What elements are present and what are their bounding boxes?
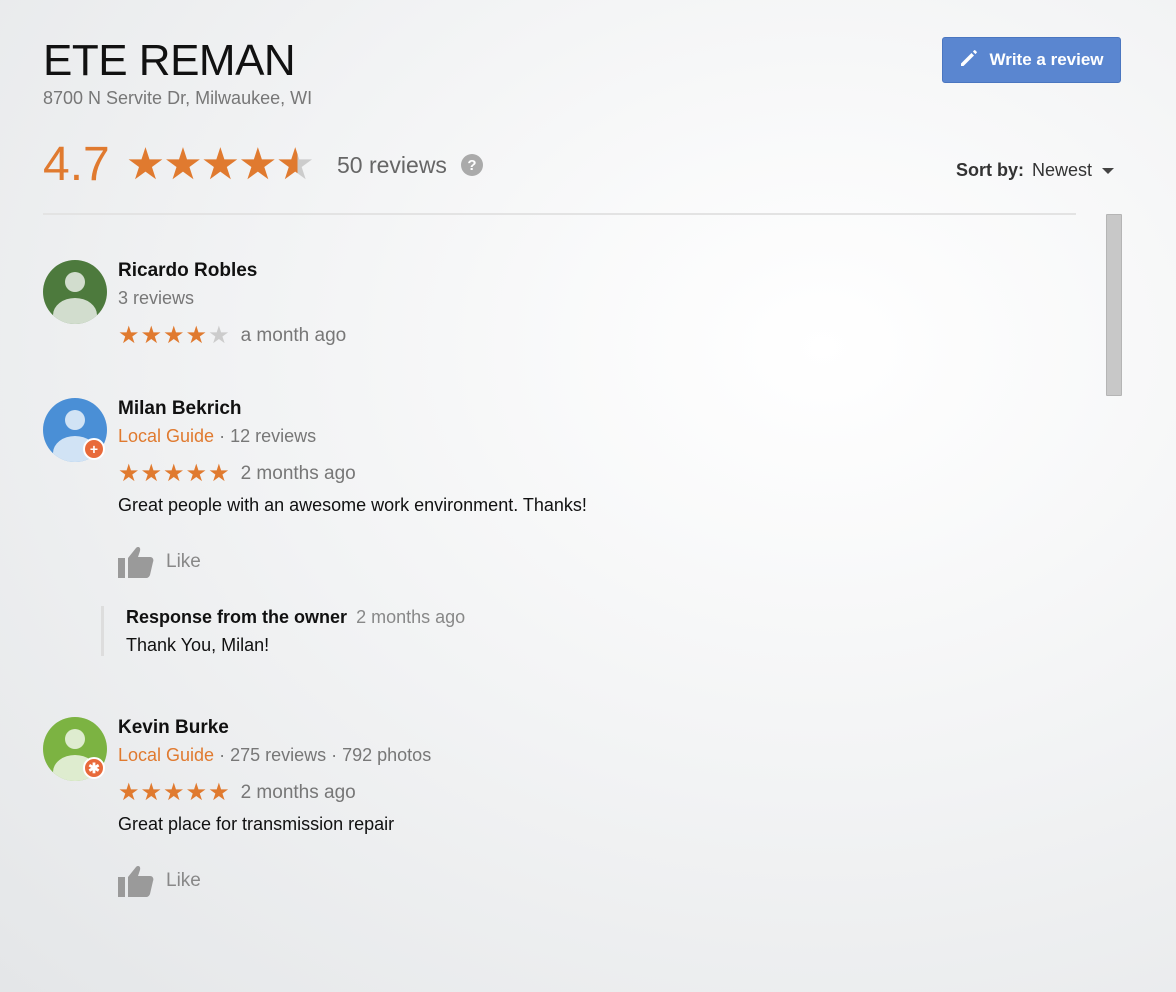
star-icon: ★ [163, 460, 185, 487]
review-text: Great people with an awesome work enviro… [118, 495, 587, 515]
star-icon: ★ [163, 779, 185, 806]
avatar[interactable]: ✱ [43, 717, 107, 781]
owner-response: Response from the owner 2 months ago Tha… [101, 606, 801, 656]
star-icon: ★ [140, 779, 163, 806]
review-rating: ★ ★ ★ ★ ★ 2 months ago [118, 781, 1018, 805]
review-text: Great place for transmission repair [118, 814, 395, 834]
like-label: Like [166, 551, 201, 572]
local-guide-label[interactable]: Local Guide [118, 745, 214, 765]
star-icon: ★ [238, 140, 278, 189]
thumbs-up-icon [118, 547, 154, 578]
reviewer-name[interactable]: Kevin Burke [118, 717, 1018, 739]
response-time: 2 months ago [356, 607, 466, 627]
reviewer-meta: Local Guide · 12 reviews [118, 426, 1018, 446]
star-icon: ★ [140, 322, 163, 349]
sort-dropdown[interactable]: Sort by: Newest [956, 160, 1114, 181]
reviewer-review-count: · 12 reviews [214, 426, 317, 446]
reviews-count: 50 reviews [337, 151, 447, 178]
response-label: Response from the owner [126, 607, 348, 627]
star-icon: ★ [118, 322, 140, 349]
star-icon: ★ [208, 779, 230, 806]
local-guide-badge-icon: + [83, 438, 105, 460]
response-text: Thank You, Milan! [126, 635, 270, 655]
review-time: a month ago [240, 325, 347, 346]
average-rating: 4.7 [43, 138, 110, 191]
half-star-icon: ★ [275, 140, 315, 189]
star-icon: ★ [185, 779, 208, 806]
star-icon: ★ [118, 460, 140, 487]
chevron-down-icon [1102, 167, 1114, 174]
local-guide-badge-icon: ✱ [83, 757, 105, 779]
sort-label: Sort by: [955, 160, 1024, 180]
review-rating: ★ ★ ★ ★ ★ a month ago [118, 324, 1018, 348]
star-icon: ★ [125, 140, 166, 189]
thumbs-up-icon [118, 866, 154, 897]
pencil-icon [959, 48, 979, 73]
local-guide-label[interactable]: Local Guide [118, 426, 214, 446]
star-icon: ★ [185, 322, 208, 349]
review-rating: ★ ★ ★ ★ ★ 2 months ago [118, 462, 1018, 486]
business-address: 8700 N Servite Dr, Milwaukee, WI [43, 88, 313, 108]
write-review-label: Write a review [989, 50, 1104, 69]
star-icon: ★ [118, 779, 140, 806]
average-stars: ★ ★ ★ ★ ★ [125, 140, 315, 189]
star-icon: ★ [140, 460, 163, 487]
rating-summary: 4.7 ★ ★ ★ ★ ★ 50 reviews ? [43, 138, 483, 192]
write-review-button[interactable]: Write a review [942, 37, 1121, 83]
reviewer-name[interactable]: Ricardo Robles [118, 260, 1018, 282]
star-icon: ★ [200, 140, 241, 189]
reviewer-review-count: · 275 reviews · 792 photos [214, 745, 432, 765]
reviewer-meta: Local Guide · 275 reviews · 792 photos [118, 745, 1018, 765]
reviewer-name[interactable]: Milan Bekrich [118, 398, 1018, 420]
star-icon: ★ [185, 460, 208, 487]
avatar[interactable] [43, 260, 107, 324]
star-icon: ★ [163, 322, 185, 349]
avatar[interactable]: + [43, 398, 107, 462]
divider [43, 213, 1076, 215]
reviewer-meta: 3 reviews [118, 288, 1018, 308]
sort-value: Newest [1031, 160, 1092, 180]
star-icon: ★ [163, 140, 203, 189]
star-icon: ★ [208, 460, 230, 487]
like-button[interactable]: Like [118, 865, 1018, 897]
reviewer-review-count: 3 reviews [118, 288, 195, 308]
business-header: ETE REMAN 8700 N Servite Dr, Milwaukee, … [43, 36, 1133, 109]
review-time: 2 months ago [240, 782, 356, 803]
like-label: Like [166, 870, 201, 891]
empty-star-icon: ★ [208, 322, 230, 349]
help-icon[interactable]: ? [460, 154, 483, 176]
scrollbar[interactable] [1106, 214, 1122, 396]
review-time: 2 months ago [240, 463, 356, 484]
like-button[interactable]: Like [118, 546, 1018, 578]
